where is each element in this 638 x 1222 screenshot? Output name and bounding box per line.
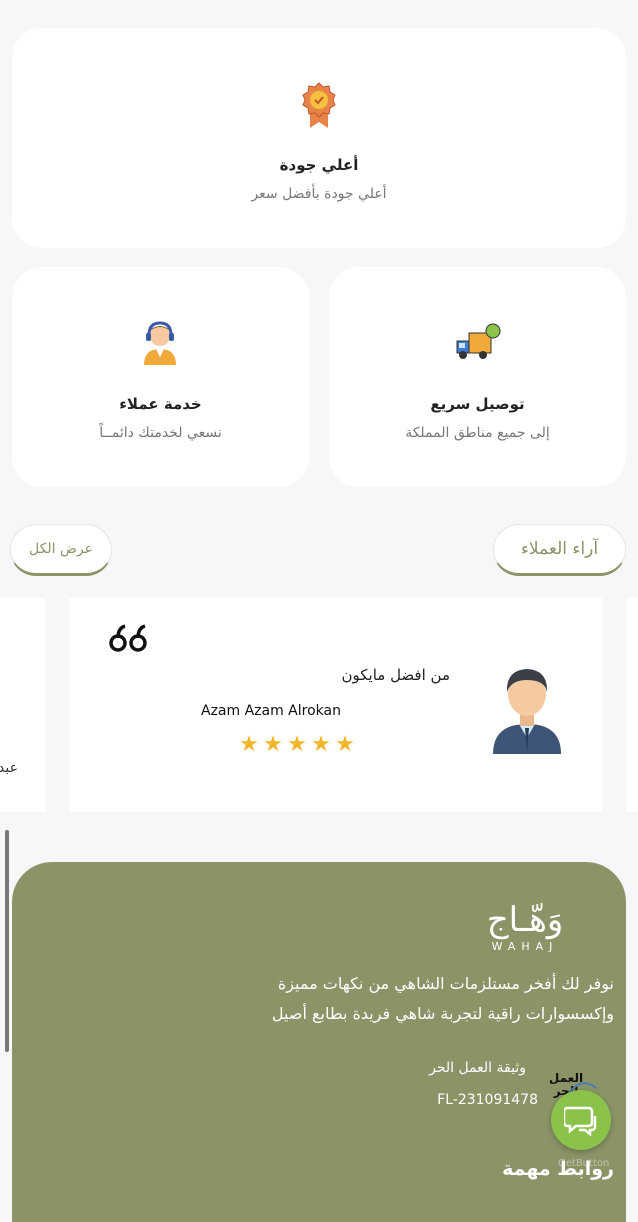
view-all-button[interactable]: عرض الكل [10, 524, 112, 576]
star-icon: ★ [287, 732, 307, 757]
review-card-peek-right [626, 598, 638, 812]
feature-title: أعلي جودة [279, 156, 359, 174]
footer: وَهّـاج WAHAJ نوفر لك أفخر مستلزمات الشا… [12, 862, 626, 1222]
chat-bubbles-icon [564, 1106, 597, 1136]
feature-title: خدمة عملاء [119, 395, 202, 413]
reviews-heading-label: آراء العملاء [520, 539, 599, 559]
scrollbar[interactable] [5, 830, 9, 1052]
feature-subtitle: إلى جميع مناطق المملكة [405, 425, 550, 441]
feature-subtitle: أعلي جودة بأفضل سعر [251, 186, 387, 202]
star-icon: ★ [263, 732, 283, 757]
star-icon: ★ [239, 732, 259, 757]
license-label: وثيقة العمل الحر [429, 1060, 526, 1076]
review-author: Azam Azam Alrokan [201, 703, 341, 719]
feature-subtitle: نسعي لخدمتك دائمــاً [99, 425, 222, 441]
reviews-heading: آراء العملاء [493, 524, 626, 576]
customer-support-icon [144, 321, 176, 365]
feature-card-delivery: توصيل سريع إلى جميع مناطق المملكة [329, 267, 626, 487]
review-card-peek-left: عبد [0, 598, 45, 812]
footer-logo: وَهّـاج WAHAJ [460, 900, 590, 954]
view-all-label: عرض الكل [29, 541, 93, 557]
delivery-truck-icon [456, 323, 501, 359]
star-icon: ★ [311, 732, 331, 757]
logo-arabic: وَهّـاج [486, 900, 564, 940]
star-rating: ★ ★ ★ ★ ★ [237, 732, 367, 757]
star-icon: ★ [335, 732, 355, 757]
footer-description-line1: نوفر لك أفخر مستلزمات الشاهي من نكهات مم… [277, 974, 614, 993]
award-badge-icon [302, 82, 336, 128]
license-number: FL-231091478 [437, 1092, 538, 1108]
feature-card-quality: أعلي جودة أعلي جودة بأفضل سعر [12, 28, 626, 248]
feature-title: توصيل سريع [430, 395, 525, 413]
footer-description-line2: وإكسسوارات راقية لتجربة شاهي فريدة بطابع… [271, 1004, 614, 1023]
review-text: من افضل مايكون [341, 666, 450, 684]
logo-latin: WAHAJ [491, 940, 559, 953]
review-card: من افضل مايكون Azam Azam Alrokan ★ ★ ★ ★ ★ [69, 598, 602, 812]
avatar [493, 669, 561, 754]
feature-card-support: خدمة عملاء نسعي لخدمتك دائمــاً [12, 267, 309, 487]
review-peek-text: عبد [0, 760, 18, 776]
chat-button[interactable] [551, 1090, 611, 1150]
quote-icon [109, 624, 147, 652]
chat-watermark: GetButton [558, 1158, 610, 1169]
